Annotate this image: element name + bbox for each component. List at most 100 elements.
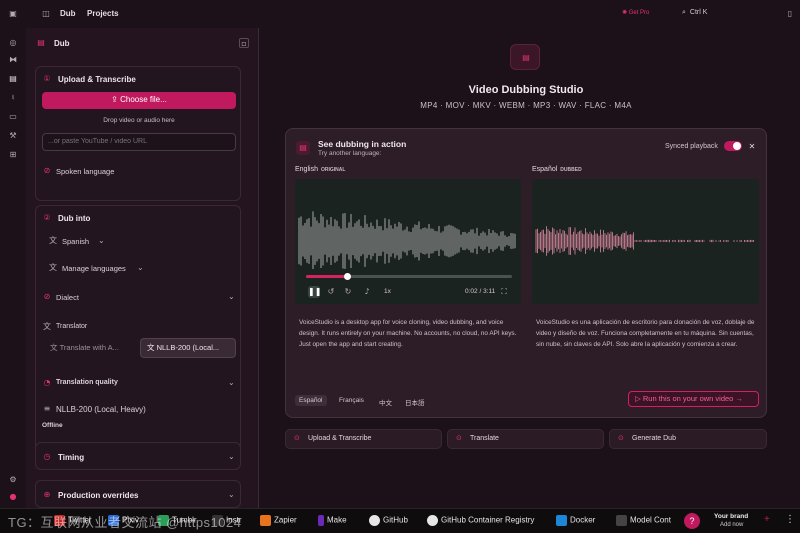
timing-title: Timing <box>58 453 85 462</box>
bookmark-zapier[interactable]: Zapier <box>260 515 297 526</box>
choose-file-label: Choose file... <box>120 95 167 104</box>
progress-handle[interactable] <box>344 273 352 280</box>
collapse-panel-icon[interactable]: ▫ <box>239 38 249 48</box>
translation-quality-value[interactable]: NLLB-200 (Local, Heavy) <box>56 405 146 414</box>
bookmark-docker[interactable]: Docker <box>556 515 595 526</box>
step-icon: ⊙ <box>294 435 300 442</box>
dub-into-icon: ② <box>43 213 51 222</box>
get-pro-button[interactable]: ✺ Get Pro <box>622 9 649 16</box>
pause-icon[interactable]: ❚❚ <box>308 286 321 298</box>
close-icon[interactable]: ✕ <box>747 142 757 152</box>
bookmark-label: GitHub Container Registry <box>441 515 535 525</box>
translator-option-ai[interactable]: 文 Translate with A... <box>44 338 136 358</box>
forward-icon[interactable]: ↻ <box>343 287 353 297</box>
target-language-select[interactable]: Spanish <box>62 237 89 246</box>
menu-icon[interactable]: ⋮ <box>785 514 795 525</box>
step-translate[interactable]: ⊙ Translate <box>447 429 604 449</box>
synced-playback-label: Synced playback <box>665 143 718 150</box>
lang-tab-es[interactable]: Español <box>295 395 327 406</box>
github-icon <box>427 515 438 526</box>
model-icon <box>616 515 627 526</box>
folder-icon[interactable]: ▭ <box>8 112 18 122</box>
demo-subtitle: Try another language: <box>318 150 382 157</box>
original-waveform-panel[interactable]: ❚❚ ↺ ↻ ♪ 1x 0:02 / 3:11 ⛶ <box>295 179 521 304</box>
icon-rail: ◎ ⧓ ▤ ♮ ▭ ⚒ ⊞ ⚙ ● <box>0 28 26 508</box>
dialect-label[interactable]: Dialect <box>56 293 79 302</box>
search-icon: ⌕ <box>682 9 686 16</box>
bookmark-model-cont[interactable]: Model Cont <box>616 515 671 526</box>
chevron-down-icon[interactable]: ⌄ <box>228 378 235 387</box>
original-tag: ORIGINAL <box>320 167 346 173</box>
brand-line1[interactable]: Your brand <box>714 513 748 520</box>
step-translate-label: Translate <box>470 435 499 442</box>
help-icon[interactable]: ? <box>684 513 700 529</box>
lang-tab-zh[interactable]: 中文 <box>375 395 396 409</box>
playback-time: 0:02 / 3:11 <box>465 288 496 295</box>
command-search[interactable]: ⌕ Ctrl K <box>682 9 707 17</box>
star-icon: ✺ <box>622 10 628 16</box>
dubbed-waveform-panel[interactable] <box>532 179 759 304</box>
chevron-down-icon[interactable]: ⌄ <box>228 292 235 301</box>
lang-tab-fr[interactable]: Français <box>335 395 368 406</box>
watermark-text: TG：互联网从业者交流站 @https1024 <box>8 515 242 530</box>
original-transcript: VoiceStudio is a desktop app for voice c… <box>299 319 517 348</box>
step-upload[interactable]: ⊙ Upload & Transcribe <box>285 429 442 449</box>
overrides-title: Production overrides <box>58 491 139 500</box>
run-cta-label: Run this on your own video → <box>642 394 743 403</box>
top-bar: ▣ ◫ Dub Projects ✺ Get Pro ⌕ Ctrl K ▯ <box>0 0 800 28</box>
sidebar-toggle-icon[interactable]: ▣ <box>8 9 18 19</box>
dubbed-waveform <box>535 226 754 256</box>
dubbed-tag: DUBBED <box>560 167 582 173</box>
puzzle-icon[interactable]: ⊞ <box>8 150 18 160</box>
progress-track[interactable] <box>306 273 512 280</box>
mic-icon[interactable]: ♮ <box>8 93 18 103</box>
breadcrumb-projects[interactable]: Projects <box>87 9 119 18</box>
bookmark-make[interactable]: Make <box>318 515 347 526</box>
playback-speed[interactable]: 1x <box>384 288 391 295</box>
dub-icon[interactable]: ▤ <box>8 74 18 84</box>
step-upload-label: Upload & Transcribe <box>308 435 372 442</box>
shortcut-label: Ctrl K <box>689 9 708 16</box>
synced-playback-toggle[interactable] <box>724 141 742 151</box>
translator-label: Translator <box>56 323 88 330</box>
layout-icon[interactable]: ▯ <box>785 9 795 19</box>
manage-languages-button[interactable]: Manage languages <box>62 264 126 273</box>
bookmark-label: Docker <box>570 515 596 525</box>
upload-icon: ⇪ <box>111 95 118 104</box>
add-icon[interactable]: + <box>764 514 770 525</box>
translate-icon: 文 <box>50 343 58 352</box>
offline-label: Offline <box>42 422 63 429</box>
play-icon: ▷ <box>635 394 641 403</box>
lang-tab-ja[interactable]: 日本語 <box>401 395 429 409</box>
notifications-icon[interactable]: ● <box>8 492 18 502</box>
rewind-icon[interactable]: ↺ <box>326 287 336 297</box>
drop-hint: Drop video or audio here <box>103 117 175 124</box>
get-pro-label: Get Pro <box>628 10 650 16</box>
dub-into-card: ② Dub into 文 Spanish ⌄ 文 Manage language… <box>35 205 241 464</box>
settings-icon[interactable]: ⚙ <box>8 475 18 485</box>
translation-quality-label[interactable]: Translation quality <box>56 379 118 386</box>
spoken-language-label[interactable]: Spoken language <box>56 167 114 176</box>
brand-line2[interactable]: Add now <box>720 522 743 528</box>
translator-option-nllb[interactable]: 文 NLLB-200 (Local... <box>140 338 236 358</box>
original-waveform <box>298 211 516 269</box>
audio-icon[interactable]: ⧓ <box>8 55 18 65</box>
github-icon <box>369 515 380 526</box>
overrides-card[interactable]: ⊕ Production overrides ⌄ <box>35 480 241 508</box>
breadcrumb-dub[interactable]: Dub <box>60 9 76 18</box>
bookmark-ghcr[interactable]: GitHub Container Registry <box>427 515 534 526</box>
choose-file-button[interactable]: ⇪ Choose file... <box>42 92 236 109</box>
voices-icon[interactable]: ◎ <box>8 38 18 48</box>
wrench-icon[interactable]: ⚒ <box>8 131 18 141</box>
step-generate-label: Generate Dub <box>632 435 676 442</box>
bookmark-github[interactable]: GitHub <box>369 515 408 526</box>
bookmark-label: Model Cont <box>630 515 671 525</box>
video-url-input[interactable] <box>42 133 236 151</box>
volume-icon[interactable]: ♪ <box>362 287 372 297</box>
step-generate[interactable]: ⊙ Generate Dub <box>609 429 767 449</box>
docker-icon <box>556 515 567 526</box>
timing-card[interactable]: ◷ Timing ⌄ <box>35 442 241 470</box>
run-on-own-video-button[interactable]: ▷ Run this on your own video → <box>628 391 759 407</box>
fullscreen-icon[interactable]: ⛶ <box>499 287 509 297</box>
original-language-label: English ORIGINAL <box>295 166 345 173</box>
